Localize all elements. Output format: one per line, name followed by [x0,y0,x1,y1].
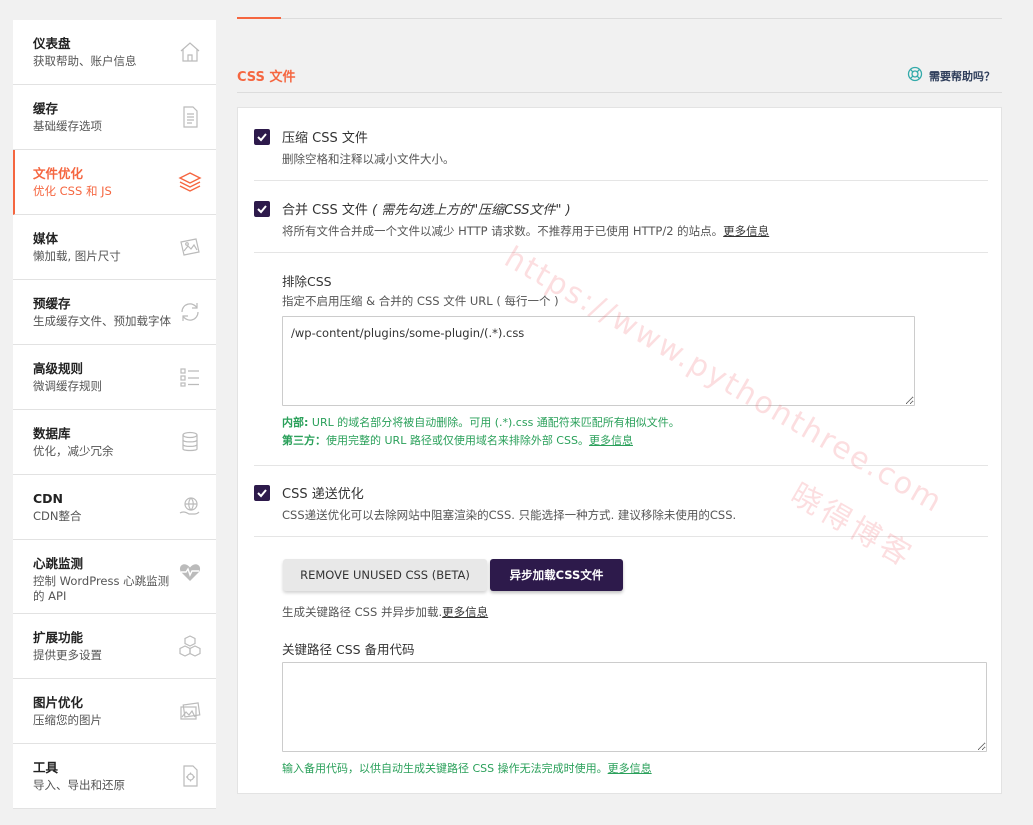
list-icon [178,365,202,389]
note-internal-text: URL 的域名部分将被自动删除。可用 (.*).css 通配符来匹配所有相似文件… [308,416,680,429]
divider [254,180,988,181]
sidebar-item-subtitle: 导入、导出和还原 [33,778,125,792]
exclude-css-note-internal: 内部: URL 的域名部分将被自动删除。可用 (.*).css 通配符来匹配所有… [282,414,680,432]
sidebar-item-subtitle: 懒加载, 图片尺寸 [33,249,121,263]
sidebar-item-preload[interactable]: 预缓存 生成缓存文件、预加载字体 [13,280,216,345]
refresh-icon [178,300,202,324]
critical-css-more-info-link[interactable]: 更多信息 [442,605,488,619]
exclude-css-label: 排除CSS [282,274,332,289]
help-link[interactable]: 需要帮助吗？ [907,66,995,86]
checkmark-icon [257,489,267,498]
sidebar-item-media[interactable]: 媒体 懒加载, 图片尺寸 [13,215,216,280]
sidebar-item-subtitle: 获取帮助、账户信息 [33,54,137,68]
css-delivery-description: CSS递送优化可以去除网站中阻塞渲染的CSS. 只能选择一种方式. 建议移除未使… [282,508,737,522]
remove-unused-css-button[interactable]: REMOVE UNUSED CSS (BETA) [283,559,487,591]
checkmark-icon [257,133,267,142]
minify-css-label: 压缩 CSS 文件 [282,131,368,146]
critical-css-fallback-textarea[interactable] [282,662,987,752]
critical-note-text: 输入备用代码，以供自动生成关键路径 CSS 操作无法完成时使用。 [282,762,608,775]
divider [254,252,988,253]
combine-css-desc-text: 将所有文件合并成一个文件以减少 HTTP 请求数。不推荐用于已使用 HTTP/2… [282,224,724,238]
sidebar-item-subtitle: CDN整合 [33,509,82,523]
note-internal-label: 内部: [282,416,309,429]
file-icon [178,105,202,129]
image-icon [178,235,202,259]
sidebar-item-cache[interactable]: 缓存 基础缓存选项 [13,85,216,150]
sidebar-item-tools[interactable]: 工具 导入、导出和还原 [13,744,216,809]
minify-css-description: 删除空格和注释以减小文件大小。 [282,152,455,166]
critical-css-desc-text: 生成关键路径 CSS 并异步加载. [282,605,443,619]
combine-css-checkbox[interactable] [254,201,270,217]
lifebuoy-icon [907,66,923,86]
async-css-button[interactable]: 异步加载CSS文件 [490,559,623,591]
minify-css-checkbox[interactable] [254,129,270,145]
sidebar-item-subtitle: 基础缓存选项 [33,119,102,133]
combine-css-hint: ( 需先勾选上方的"压缩CSS文件" ) [372,203,571,218]
main-content: CSS 文件 需要帮助吗？ 压缩 CSS 文件 删除空格和注释以减小文件大小。 … [216,0,1033,825]
sidebar-nav: 仪表盘 获取帮助、账户信息 缓存 基础缓存选项 文件优化 优化 CSS 和 JS… [13,20,216,809]
critical-css-description: 生成关键路径 CSS 并异步加载.更多信息 [282,604,488,620]
sidebar-item-database[interactable]: 数据库 优化，减少冗余 [13,410,216,475]
css-delivery-label: CSS 递送优化 [282,487,364,502]
cubes-icon [178,634,202,658]
divider [254,536,988,537]
globe-hand-icon [178,495,202,519]
file-gear-icon [178,764,202,788]
home-icon [178,40,202,64]
database-icon [178,430,202,454]
combine-css-description: 将所有文件合并成一个文件以减少 HTTP 请求数。不推荐用于已使用 HTTP/2… [282,223,769,239]
sidebar-item-image-optimization[interactable]: 图片优化 压缩您的图片 [13,679,216,744]
sidebar-item-subtitle: 提供更多设置 [33,648,102,662]
sidebar-item-cdn[interactable]: CDN CDN整合 [13,475,216,540]
critical-css-fallback-note: 输入备用代码，以供自动生成关键路径 CSS 操作无法完成时使用。更多信息 [282,760,652,778]
sidebar-item-subtitle: 优化，减少冗余 [33,444,114,458]
exclude-css-more-info-link[interactable]: 更多信息 [589,434,633,447]
critical-css-fallback-label: 关键路径 CSS 备用代码 [282,642,415,657]
combine-css-label: 合并 CSS 文件 ( 需先勾选上方的"压缩CSS文件" ) [282,199,571,218]
help-label: 需要帮助吗？ [929,70,995,83]
sidebar-item-subtitle: 压缩您的图片 [33,713,102,727]
checkmark-icon [257,205,267,214]
divider [254,465,988,466]
sidebar-item-file-optimization[interactable]: 文件优化 优化 CSS 和 JS [13,150,216,215]
exclude-css-textarea[interactable] [282,316,915,406]
top-divider [237,18,1002,19]
css-settings-panel: 压缩 CSS 文件 删除空格和注释以减小文件大小。 合并 CSS 文件 ( 需先… [237,107,1002,794]
section-divider [237,92,1002,93]
layers-icon [178,170,202,194]
sidebar-item-advanced-rules[interactable]: 高级规则 微调缓存规则 [13,345,216,410]
combine-css-title: 合并 CSS 文件 [282,203,368,218]
note-third-party-label: 第三方： [282,434,326,447]
sidebar-item-heartbeat[interactable]: 心跳监测 控制 WordPress 心跳监测的 API [13,540,216,614]
heart-pulse-icon [178,560,202,584]
critical-css-fallback-more-info-link[interactable]: 更多信息 [608,762,652,775]
sidebar-item-subtitle: 微调缓存规则 [33,379,102,393]
note-third-party-text: 使用完整的 URL 路径或仅使用域名来排除外部 CSS。 [326,434,589,447]
images-icon [178,699,202,723]
exclude-css-note-third-party: 第三方：使用完整的 URL 路径或仅使用域名来排除外部 CSS。更多信息 [282,432,633,450]
section-title: CSS 文件 [237,70,296,85]
combine-css-more-info-link[interactable]: 更多信息 [723,224,769,238]
sidebar-item-subtitle: 控制 WordPress 心跳监测的 API [33,574,170,603]
sidebar-item-addons[interactable]: 扩展功能 提供更多设置 [13,614,216,679]
sidebar: 仪表盘 获取帮助、账户信息 缓存 基础缓存选项 文件优化 优化 CSS 和 JS… [0,0,216,825]
css-delivery-checkbox[interactable] [254,485,270,501]
active-tab-indicator [237,17,281,19]
exclude-css-description: 指定不启用压缩 & 合并的 CSS 文件 URL ( 每行一个 ) [282,294,559,308]
sidebar-item-dashboard[interactable]: 仪表盘 获取帮助、账户信息 [13,20,216,85]
sidebar-item-subtitle: 生成缓存文件、预加载字体 [33,314,171,328]
sidebar-item-subtitle: 优化 CSS 和 JS [33,184,112,198]
